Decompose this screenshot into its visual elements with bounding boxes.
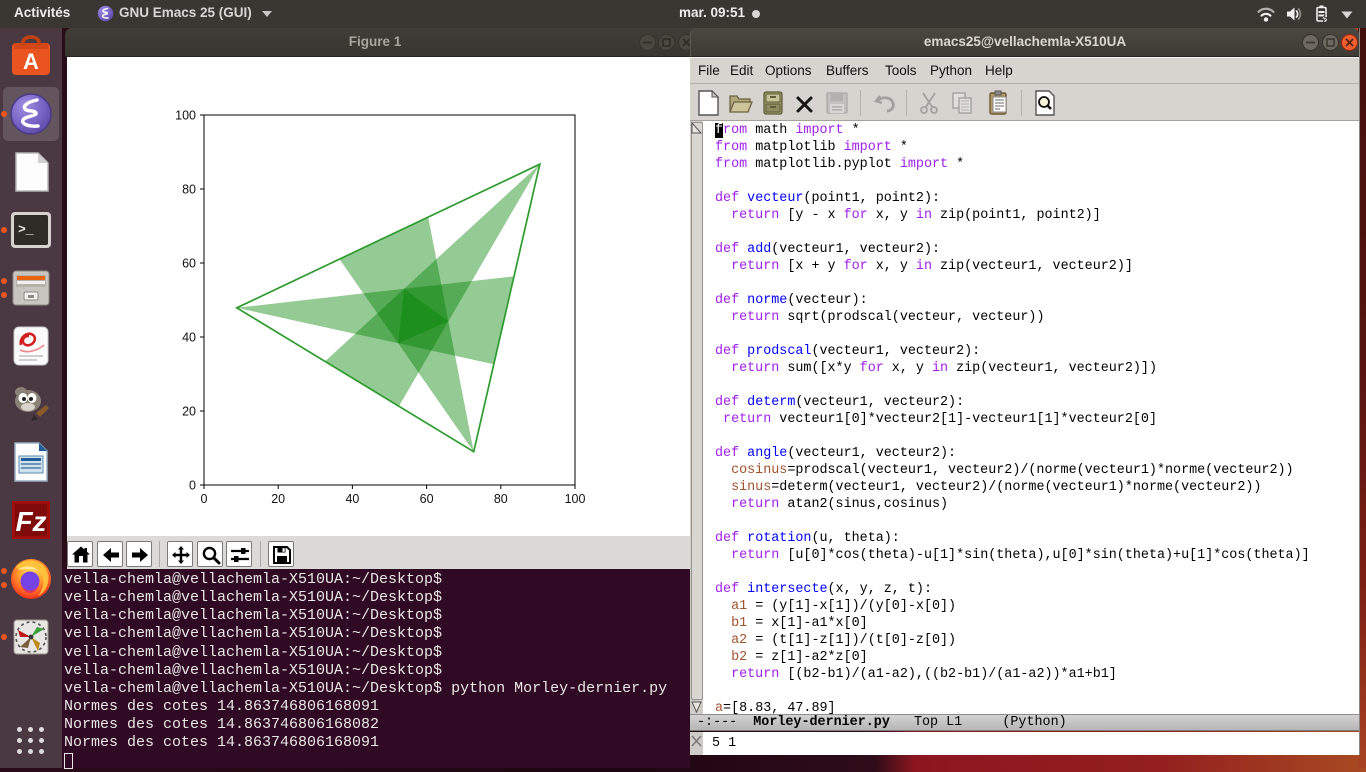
svg-text:A: A bbox=[23, 49, 39, 74]
svg-text:0: 0 bbox=[189, 479, 196, 493]
svg-text:60: 60 bbox=[182, 257, 196, 271]
svg-text:>_: >_ bbox=[18, 222, 34, 237]
svg-text:20: 20 bbox=[182, 405, 196, 419]
svg-text:80: 80 bbox=[182, 183, 196, 197]
svg-text:40: 40 bbox=[182, 331, 196, 345]
svg-text:100: 100 bbox=[565, 492, 586, 506]
svg-text:100: 100 bbox=[175, 109, 196, 123]
svg-text:60: 60 bbox=[420, 492, 434, 506]
svg-text:0: 0 bbox=[201, 492, 208, 506]
svg-text:Fz: Fz bbox=[15, 506, 46, 537]
svg-text:40: 40 bbox=[345, 492, 359, 506]
svg-text:80: 80 bbox=[494, 492, 508, 506]
svg-text:20: 20 bbox=[271, 492, 285, 506]
